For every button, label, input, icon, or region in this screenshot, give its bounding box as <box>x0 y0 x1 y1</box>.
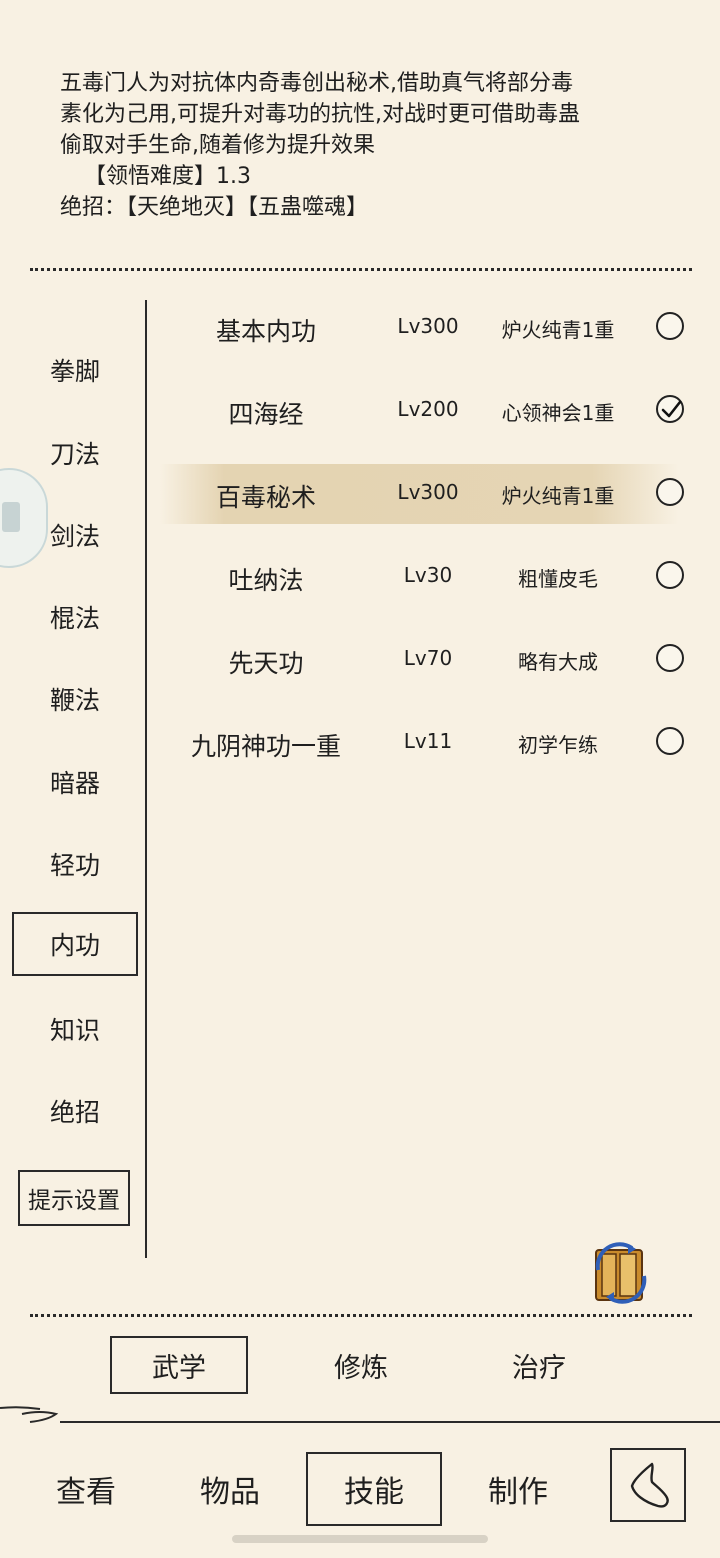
description-line: 偷取对手生命,随着修为提升效果 <box>60 133 375 158</box>
home-indicator <box>232 1535 488 1543</box>
skill-book-swap-icon[interactable] <box>588 1240 654 1306</box>
nav-label: 物品 <box>200 1475 260 1510</box>
skill-row[interactable]: 基本内功 Lv300 炉火纯青1重 <box>160 298 700 358</box>
hint-settings-button[interactable]: 提示设置 <box>18 1170 130 1226</box>
description-line: 五毒门人为对抗体内奇毒创出秘术,借助真气将部分毒 <box>60 71 573 96</box>
skill-name: 吐纳法 <box>228 566 304 595</box>
difficulty-text: 【领悟难度】1.3 <box>84 164 251 189</box>
skill-rank: 粗懂皮毛 <box>518 567 598 591</box>
category-label: 剑法 <box>49 522 100 551</box>
category-gunfa[interactable]: 棍法 <box>12 585 138 649</box>
skill-select-radio[interactable] <box>656 561 684 589</box>
category-label: 内功 <box>49 931 100 960</box>
brush-divider <box>0 1406 720 1423</box>
nav-craft[interactable]: 制作 <box>462 1452 574 1526</box>
description-line: 素化为己用,可提升对毒功的抗性,对战时更可借助毒蛊 <box>60 102 580 127</box>
nav-items[interactable]: 物品 <box>174 1452 286 1526</box>
category-juezhao[interactable]: 绝招 <box>12 1079 138 1143</box>
category-bianfa[interactable]: 鞭法 <box>12 667 138 731</box>
category-label: 绝招 <box>49 1098 100 1127</box>
category-zhishi[interactable]: 知识 <box>12 997 138 1061</box>
back-button[interactable] <box>610 1448 686 1522</box>
skill-name: 九阴神功一重 <box>190 732 341 761</box>
category-anqi[interactable]: 暗器 <box>12 750 138 814</box>
category-label: 鞭法 <box>49 686 100 715</box>
skill-select-radio[interactable] <box>656 644 684 672</box>
category-label: 轻功 <box>49 851 100 880</box>
skill-rank: 心领神会1重 <box>501 401 615 425</box>
skill-level: Lv70 <box>403 646 453 670</box>
skill-row[interactable]: 先天功 Lv70 略有大成 <box>160 630 700 690</box>
skill-name: 先天功 <box>228 649 304 678</box>
skill-level: Lv11 <box>403 729 453 753</box>
skill-select-radio[interactable] <box>656 395 684 423</box>
category-label: 棍法 <box>49 604 100 633</box>
ultimate-text: 绝招：【天绝地灭】【五蛊噬魂】 <box>60 195 369 220</box>
skill-name: 四海经 <box>228 400 304 429</box>
hint-settings-label: 提示设置 <box>28 1188 120 1214</box>
skill-level: Lv300 <box>397 480 459 504</box>
skill-level: Lv300 <box>397 314 459 338</box>
category-divider <box>145 300 147 1258</box>
subtab-xiulian[interactable]: 修炼 <box>296 1336 426 1394</box>
subtab-wuxue[interactable]: 武学 <box>110 1336 248 1394</box>
subtab-zhiliao[interactable]: 治疗 <box>474 1336 604 1394</box>
category-qinggong[interactable]: 轻功 <box>12 832 138 896</box>
category-label: 拳脚 <box>49 357 100 386</box>
skill-description: 五毒门人为对抗体内奇毒创出秘术,借助真气将部分毒 素化为己用,可提升对毒功的抗性… <box>60 68 690 223</box>
category-label: 刀法 <box>49 440 100 469</box>
skill-row[interactable]: 百毒秘术 Lv300 炉火纯青1重 <box>160 464 700 524</box>
subtab-label: 武学 <box>152 1352 206 1384</box>
checkmark-icon <box>661 400 682 418</box>
skill-level: Lv30 <box>403 563 453 587</box>
category-quanjiao[interactable]: 拳脚 <box>12 338 138 402</box>
category-label: 知识 <box>49 1016 100 1045</box>
skill-name: 百毒秘术 <box>215 483 316 512</box>
category-label: 暗器 <box>49 769 100 798</box>
nav-skills[interactable]: 技能 <box>306 1452 442 1526</box>
skill-select-radio[interactable] <box>656 727 684 755</box>
subtab-label: 治疗 <box>512 1352 566 1384</box>
skill-rank: 炉火纯青1重 <box>501 318 615 342</box>
skill-level: Lv200 <box>397 397 459 421</box>
skill-row[interactable]: 吐纳法 Lv30 粗懂皮毛 <box>160 547 700 607</box>
skill-rank: 略有大成 <box>518 650 598 674</box>
nav-label: 技能 <box>344 1475 404 1510</box>
skill-row[interactable]: 九阴神功一重 Lv11 初学乍练 <box>160 713 700 773</box>
divider-top <box>30 268 692 271</box>
nav-label: 制作 <box>488 1475 548 1510</box>
category-daofa[interactable]: 刀法 <box>12 421 138 485</box>
nav-label: 查看 <box>56 1475 116 1510</box>
skill-rank: 炉火纯青1重 <box>501 484 615 508</box>
skill-select-radio[interactable] <box>656 312 684 340</box>
divider-bottom <box>30 1314 692 1317</box>
skill-rank: 初学乍练 <box>518 733 598 757</box>
skill-name: 基本内功 <box>215 317 316 346</box>
subtab-label: 修炼 <box>334 1352 388 1384</box>
skill-select-radio[interactable] <box>656 478 684 506</box>
skill-row[interactable]: 四海经 Lv200 心领神会1重 <box>160 381 700 441</box>
nav-view[interactable]: 查看 <box>30 1452 142 1526</box>
back-arrow-icon <box>630 1462 669 1508</box>
category-neigong[interactable]: 内功 <box>12 912 138 976</box>
category-jianfa[interactable]: 剑法 <box>12 503 138 567</box>
